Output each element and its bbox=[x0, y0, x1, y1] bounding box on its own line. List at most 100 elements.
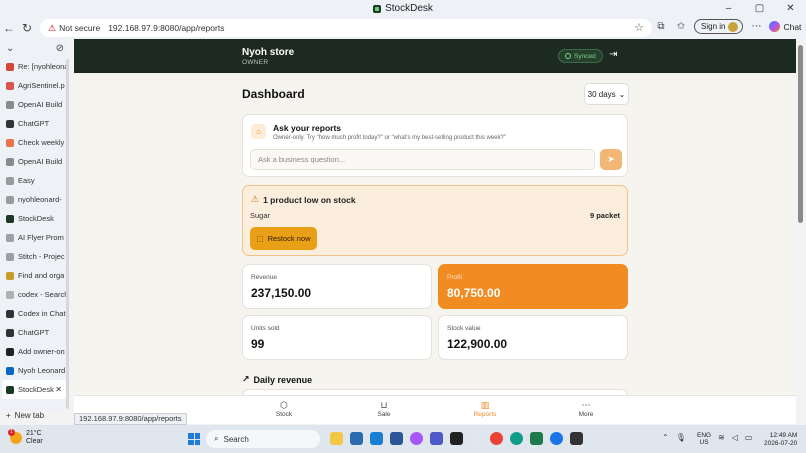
mail-icon[interactable] bbox=[370, 432, 383, 445]
page-scrollbar[interactable] bbox=[796, 39, 806, 424]
window-title: StockDesk bbox=[373, 3, 433, 14]
terminal-icon[interactable] bbox=[570, 432, 583, 445]
new-tab-button[interactable]: + New tab bbox=[0, 408, 70, 422]
send-question-button[interactable]: ➤ bbox=[600, 149, 622, 170]
taskbar-search[interactable]: ⌕ Search bbox=[206, 430, 320, 448]
tab-item[interactable]: Find and orga bbox=[0, 266, 70, 285]
box-icon: ⬚ bbox=[256, 234, 264, 243]
tab-label: AI Flyer Prom bbox=[18, 233, 64, 242]
page-scrollbar-thumb[interactable] bbox=[798, 45, 803, 223]
tab-item[interactable]: nyohleonard- bbox=[0, 190, 70, 209]
extensions-icon[interactable]: ⧉ bbox=[654, 21, 668, 32]
revenue-stat-card: Revenue 237,150.00 bbox=[242, 264, 432, 309]
tab-favicon-icon bbox=[6, 309, 14, 318]
microphone-icon[interactable]: 🎙 bbox=[676, 433, 686, 442]
input-language[interactable]: ENG US bbox=[697, 432, 711, 446]
more-menu-icon[interactable]: ⋯ bbox=[749, 21, 763, 32]
weather-widget[interactable]: 1 21°C Clear bbox=[8, 429, 43, 446]
window-controls: – ▢ ✕ bbox=[713, 0, 806, 17]
tab-label: Nyoh Leonard bbox=[18, 366, 66, 375]
volume-icon[interactable]: ◁ bbox=[732, 433, 738, 442]
windows-start-icon[interactable] bbox=[188, 433, 200, 445]
tab-item[interactable]: OpenAI Build bbox=[0, 95, 70, 114]
minimize-button[interactable]: – bbox=[713, 0, 744, 17]
copilot-icon bbox=[769, 21, 781, 32]
chrome-icon[interactable] bbox=[490, 432, 503, 445]
tab-item[interactable]: StockDesk bbox=[0, 209, 70, 228]
favorites-icon[interactable]: ✩ bbox=[674, 21, 688, 32]
tab-item[interactable]: Easy bbox=[0, 171, 70, 190]
nav-reports[interactable]: ▥ Reports bbox=[465, 400, 505, 418]
file-explorer-icon[interactable] bbox=[330, 432, 343, 445]
sync-check-icon bbox=[565, 53, 571, 59]
tab-item[interactable]: Add owner-on bbox=[0, 342, 70, 361]
tab-label: nyohleonard- bbox=[18, 195, 62, 204]
nav-stock[interactable]: ⬡ Stock bbox=[264, 400, 304, 418]
address-bar[interactable]: ⚠ Not secure 192.168.97.9:8080/app/repor… bbox=[40, 19, 652, 37]
tabs-scrollbar[interactable] bbox=[66, 59, 69, 409]
sign-in-button[interactable]: Sign in bbox=[694, 19, 744, 34]
tab-item[interactable]: ChatGPT bbox=[0, 114, 70, 133]
tab-item[interactable]: codex - Search bbox=[0, 285, 70, 304]
tab-label: codex - Search bbox=[18, 290, 69, 299]
wifi-icon[interactable]: ≋ bbox=[718, 433, 725, 442]
nav-more[interactable]: ⋯ More bbox=[566, 400, 606, 418]
daily-revenue-heading: ↗ Daily revenue bbox=[242, 374, 312, 385]
tab-label: Easy bbox=[18, 176, 35, 185]
tab-favicon-icon bbox=[6, 100, 14, 109]
tab-list: Re: [nyohleona AgriSentinel.p OpenAI Build… bbox=[0, 57, 70, 399]
store-name: Nyoh store bbox=[242, 47, 295, 58]
status-bar-url: 192.168.97.9:8080/app/reports bbox=[74, 413, 187, 425]
tab-label: OpenAI Build bbox=[18, 157, 63, 166]
date-range-select[interactable]: 30 days ⌄ bbox=[584, 83, 629, 105]
maximize-button[interactable]: ▢ bbox=[744, 0, 775, 17]
tab-item[interactable]: AgriSentinel.p bbox=[0, 76, 70, 95]
edge-icon[interactable] bbox=[510, 432, 523, 445]
tab-item[interactable]: OpenAI Build bbox=[0, 152, 70, 171]
tab-favicon-icon bbox=[6, 62, 14, 71]
sync-status-label: Synced bbox=[574, 52, 596, 60]
vertical-tabs-header: ⌄ ⊘ bbox=[0, 39, 70, 57]
revenue-value: 237,150.00 bbox=[251, 286, 312, 300]
battery-icon[interactable]: ▭ bbox=[745, 433, 753, 442]
app-header: Nyoh store OWNER Synced ⇥ bbox=[74, 39, 796, 73]
collapse-tabs-icon[interactable]: ⌄ bbox=[6, 43, 14, 54]
tab-item[interactable]: Codex in Chat bbox=[0, 304, 70, 323]
favorite-star-icon[interactable]: ☆ bbox=[634, 21, 644, 34]
chatgpt-app-icon[interactable] bbox=[450, 432, 463, 445]
tab-favicon-icon bbox=[6, 271, 14, 280]
store-icon[interactable] bbox=[350, 432, 363, 445]
ask-reports-subtitle: Owner-only. Try "how much profit today?"… bbox=[273, 135, 506, 141]
logout-icon[interactable]: ⇥ bbox=[609, 49, 617, 60]
word-icon[interactable] bbox=[390, 432, 403, 445]
stock-value-label: Stock value bbox=[447, 325, 481, 332]
tab-item[interactable]: StockDesk ✕ bbox=[2, 380, 66, 399]
close-window-button[interactable]: ✕ bbox=[775, 0, 806, 17]
close-tab-icon[interactable]: ✕ bbox=[55, 385, 62, 394]
business-question-input[interactable]: Ask a business question... bbox=[250, 149, 595, 170]
tab-item[interactable]: Check weekly bbox=[0, 133, 70, 152]
back-icon[interactable]: ← bbox=[0, 21, 18, 35]
tab-item[interactable]: Stitch - Projec bbox=[0, 247, 70, 266]
tab-item[interactable]: Nyoh Leonard bbox=[0, 361, 70, 380]
copilot-app-icon[interactable] bbox=[410, 432, 423, 445]
teams-icon[interactable] bbox=[430, 432, 443, 445]
tab-favicon-icon bbox=[6, 252, 14, 261]
tab-label: Check weekly bbox=[18, 138, 65, 147]
copilot-chat-button[interactable]: Chat bbox=[769, 21, 801, 32]
unpin-pane-icon[interactable]: ⊘ bbox=[56, 43, 64, 54]
sketch-app-icon[interactable] bbox=[470, 432, 483, 445]
daily-revenue-title: Daily revenue bbox=[253, 374, 313, 385]
tab-item[interactable]: Re: [nyohleona bbox=[0, 57, 70, 76]
notepad-icon[interactable] bbox=[530, 432, 543, 445]
nav-sale[interactable]: ⊔ Sale bbox=[364, 400, 404, 418]
tray-chevron-icon[interactable]: ⌃ bbox=[662, 433, 669, 442]
warning-icon: ⚠ bbox=[251, 194, 260, 204]
reload-icon[interactable]: ↻ bbox=[18, 21, 36, 35]
tab-item[interactable]: AI Flyer Prom bbox=[0, 228, 70, 247]
tab-item[interactable]: ChatGPT bbox=[0, 323, 70, 342]
not-secure-icon: ⚠ bbox=[48, 22, 57, 33]
taskbar-clock[interactable]: 12:49 AM 2026-07-20 bbox=[764, 432, 797, 448]
restock-now-button[interactable]: ⬚ Restock now bbox=[250, 227, 317, 250]
chrome-dev-icon[interactable] bbox=[550, 432, 563, 445]
